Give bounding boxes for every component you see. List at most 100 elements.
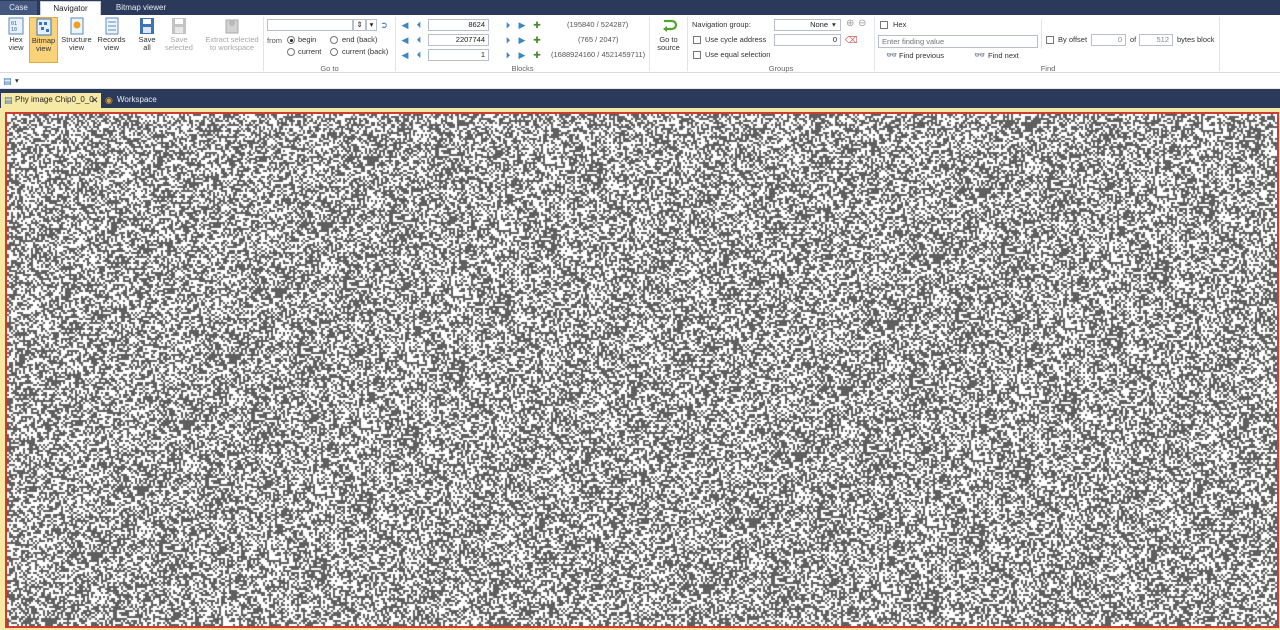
tab-bitmap-viewer[interactable]: Bitmap viewer: [104, 1, 178, 15]
quick-access-dropdown-icon[interactable]: ▾: [15, 76, 19, 86]
blocks-row2-info: (765 / 2047): [578, 35, 619, 44]
tab-phy-image[interactable]: ▤ Phy image Chip0_0_0 ✕: [1, 93, 101, 108]
eraser-icon[interactable]: ⌫: [845, 35, 858, 45]
quick-access-icon[interactable]: ▤: [3, 76, 12, 86]
hex-checkbox[interactable]: [880, 21, 888, 29]
separator: [649, 17, 650, 71]
hex-label: Hex: [893, 20, 907, 29]
quick-access-toolbar: ▤ ▾: [0, 73, 1280, 89]
separator: [1041, 19, 1042, 49]
goto-current-back-radio[interactable]: [330, 48, 338, 56]
document-icon: ▤: [4, 95, 13, 105]
block-first-icon[interactable]: ◀: [400, 20, 410, 30]
groups-group-label: Groups: [768, 64, 794, 73]
workspace-icon: ◉: [105, 95, 113, 105]
goto-current-label: current: [298, 47, 322, 56]
blocks-row1-info: (195840 / 524287): [567, 20, 629, 29]
block2-last-icon[interactable]: ▶: [517, 35, 527, 45]
by-offset-label: By offset: [1058, 35, 1088, 44]
tab-case[interactable]: Case: [0, 1, 37, 15]
records-view-button[interactable]: Records view: [96, 17, 127, 63]
cycle-address-checkbox[interactable]: [693, 36, 701, 44]
block-last-icon[interactable]: ▶: [517, 20, 527, 30]
tab-workspace[interactable]: ◉ Workspace: [103, 93, 163, 108]
remove-group-icon[interactable]: ⊖: [858, 19, 866, 29]
block3-next-icon[interactable]: ⏵: [503, 50, 513, 60]
hex-view-button[interactable]: 01 10 Hex view: [4, 17, 28, 63]
block3-prev-icon[interactable]: ⏴: [414, 50, 424, 60]
goto-end-back-radio[interactable]: [330, 36, 338, 44]
separator: [395, 17, 396, 71]
goto-begin-label: begin: [298, 35, 317, 44]
find-value-input[interactable]: [878, 35, 1038, 48]
ribbon-tab-bar: Case Navigator Bitmap viewer: [0, 0, 1280, 15]
blocks-row3-input[interactable]: 1: [428, 49, 489, 61]
bitmap-viewer-area: [0, 108, 1280, 630]
block3-first-icon[interactable]: ◀: [400, 50, 410, 60]
save-all-button[interactable]: Save all: [134, 17, 160, 63]
cycle-address-input[interactable]: 0: [774, 34, 841, 46]
blocks-row2-input[interactable]: 2207744: [428, 34, 489, 46]
by-offset-checkbox[interactable]: [1046, 36, 1054, 44]
navigation-group-select[interactable]: None: [774, 19, 841, 31]
go-to-source-button[interactable]: Go to source: [654, 17, 683, 63]
svg-text:10: 10: [11, 27, 17, 33]
goto-address-input[interactable]: [267, 19, 353, 31]
tab-workspace-label: Workspace: [117, 95, 157, 104]
equal-selection-checkbox[interactable]: [693, 51, 701, 59]
goto-go-icon[interactable]: ➲: [379, 20, 389, 30]
bitmap-view-button[interactable]: Bitmap view: [29, 17, 58, 63]
structure-view-button[interactable]: Structure view: [60, 17, 93, 63]
block-go-icon[interactable]: ✚: [532, 20, 542, 30]
block2-go-icon[interactable]: ✚: [532, 35, 542, 45]
goto-dropdown-button[interactable]: ▾: [366, 19, 377, 31]
goto-begin-radio[interactable]: [287, 36, 295, 44]
of-label: of: [1130, 35, 1137, 44]
document-tab-bar: ▤ Phy image Chip0_0_0 ✕ ◉ Workspace: [0, 89, 1280, 108]
find-next-button[interactable]: Find next: [988, 51, 1019, 61]
add-group-icon[interactable]: ⊕: [846, 19, 854, 29]
block-prev-icon[interactable]: ⏴: [414, 20, 424, 30]
bitmap-canvas[interactable]: [7, 114, 1277, 626]
offset-input[interactable]: 0: [1091, 34, 1126, 46]
separator: [874, 17, 875, 71]
goto-spin-button[interactable]: ⇕: [353, 19, 366, 31]
find-previous-button[interactable]: Find previous: [899, 51, 944, 61]
tab-navigator[interactable]: Navigator: [40, 1, 101, 15]
goto-group-label: Go to: [320, 64, 339, 73]
block2-prev-icon[interactable]: ⏴: [414, 35, 424, 45]
records-view-icon: [105, 17, 118, 35]
binoculars-next-icon: 👓: [974, 50, 986, 60]
block-next-icon[interactable]: ⏵: [503, 20, 513, 30]
close-icon[interactable]: ✕: [91, 95, 99, 105]
separator: [263, 17, 264, 71]
blocks-row1-input[interactable]: 8624: [428, 19, 489, 31]
blocks-group-label: Blocks: [511, 64, 534, 73]
chevron-down-icon: ▾: [832, 20, 836, 29]
save-selected-button[interactable]: Save selected: [164, 17, 194, 63]
block3-last-icon[interactable]: ▶: [517, 50, 527, 60]
binoculars-prev-icon: 👓: [886, 50, 898, 60]
separator: [687, 17, 688, 71]
extract-selected-button[interactable]: Extract selected to workspace: [203, 17, 261, 63]
bitmap-view-icon: [36, 18, 51, 36]
block2-first-icon[interactable]: ◀: [400, 35, 410, 45]
hex-view-icon: 01 10: [8, 17, 24, 35]
goto-current-back-label: current (back): [342, 47, 389, 56]
bitmap-frame[interactable]: [5, 112, 1279, 628]
block3-go-icon[interactable]: ✚: [532, 50, 542, 60]
navigation-group-label: Navigation group:: [692, 20, 751, 29]
block-size-input[interactable]: 512: [1139, 34, 1173, 46]
structure-view-icon: [70, 17, 83, 35]
blocks-row3-info: (1688924160 / 4521459711): [551, 50, 646, 59]
tab-phy-image-label: Phy image Chip0_0_0: [15, 95, 94, 104]
find-group-label: Find: [1040, 64, 1056, 73]
save-selected-icon: [172, 18, 186, 34]
block2-next-icon[interactable]: ⏵: [503, 35, 513, 45]
separator: [1219, 17, 1220, 71]
goto-current-radio[interactable]: [287, 48, 295, 56]
equal-selection-label: Use equal selection: [705, 50, 771, 59]
bytes-block-label: bytes block: [1177, 35, 1215, 44]
save-all-icon: [140, 18, 154, 34]
goto-from-label: from: [267, 36, 282, 45]
